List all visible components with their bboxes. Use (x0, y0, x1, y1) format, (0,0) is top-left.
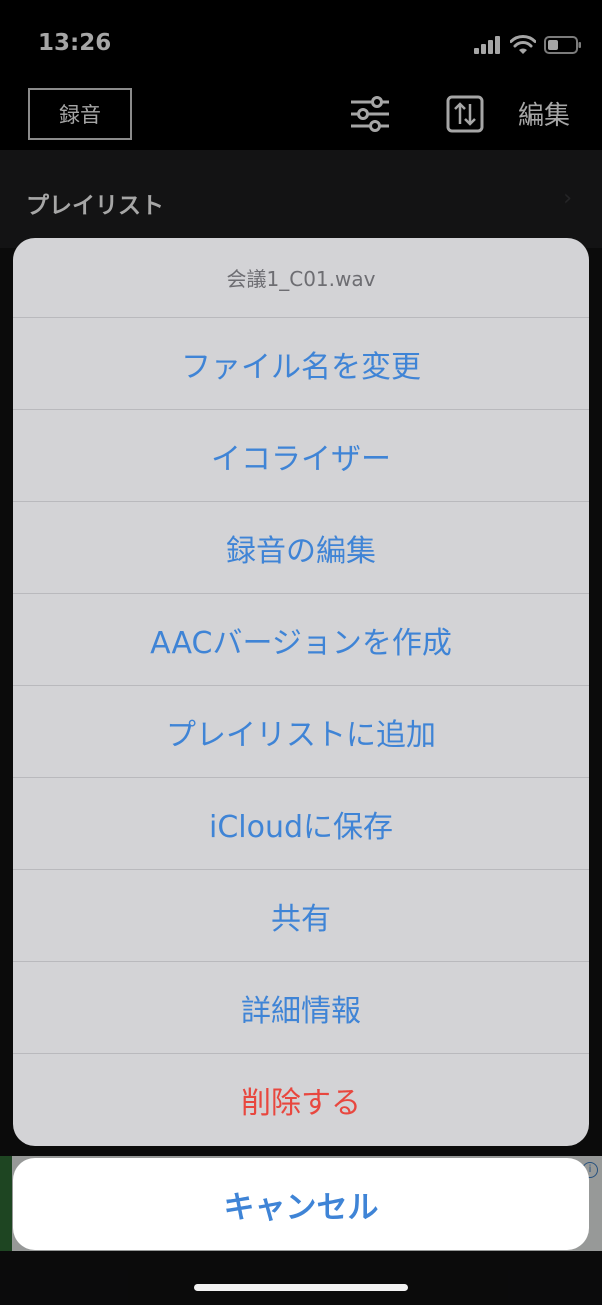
add-to-playlist-button[interactable]: プレイリストに追加 (13, 686, 589, 778)
action-sheet: 会議1_C01.wav ファイル名を変更 イコライザー 録音の編集 AACバージ… (13, 238, 589, 1146)
save-to-icloud-button[interactable]: iCloudに保存 (13, 778, 589, 870)
equalizer-button[interactable]: イコライザー (13, 410, 589, 502)
share-button[interactable]: 共有 (13, 870, 589, 962)
create-aac-version-button[interactable]: AACバージョンを作成 (13, 594, 589, 686)
sheet-title: 会議1_C01.wav (13, 238, 589, 318)
home-indicator (194, 1284, 408, 1291)
cancel-button[interactable]: キャンセル (13, 1158, 589, 1250)
rename-file-button[interactable]: ファイル名を変更 (13, 318, 589, 410)
delete-button[interactable]: 削除する (13, 1054, 589, 1146)
edit-recording-button[interactable]: 録音の編集 (13, 502, 589, 594)
details-button[interactable]: 詳細情報 (13, 962, 589, 1054)
